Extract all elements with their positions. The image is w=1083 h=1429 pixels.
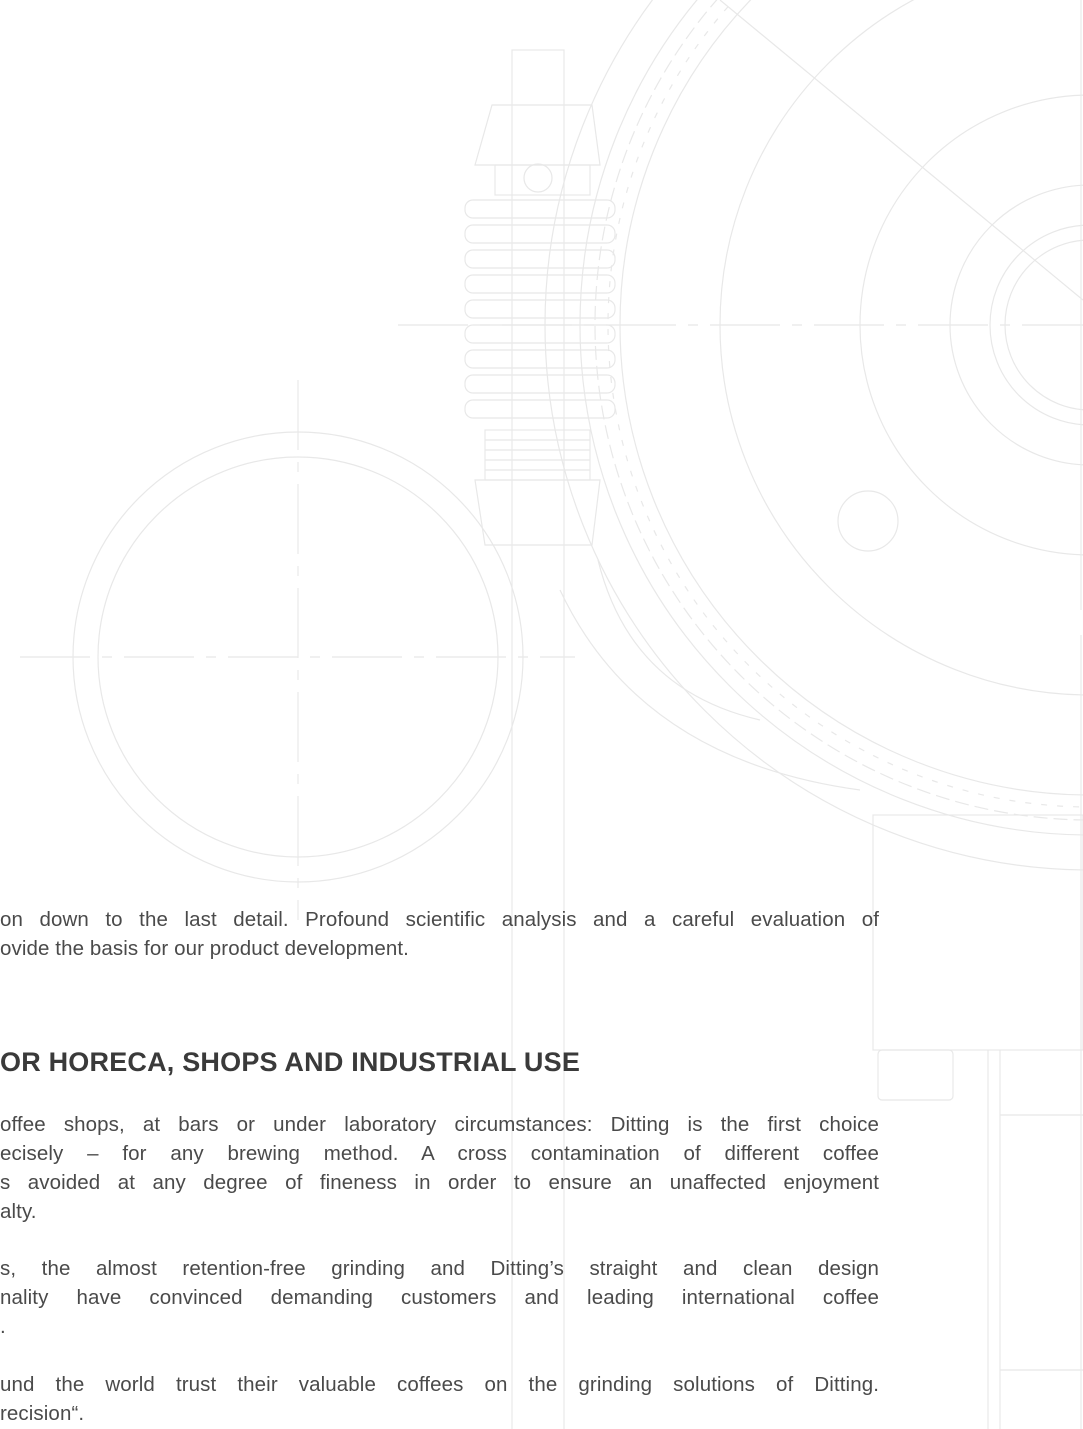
section-heading: OR HORECA, SHOPS AND INDUSTRIAL USE <box>0 1047 581 1077</box>
section-paragraph-3: und the world trust their valuable coffe… <box>0 1370 879 1428</box>
paragraph-line: s avoided at any degree of fineness in o… <box>0 1171 879 1194</box>
section-paragraph-2: s, the almost retention-free grinding an… <box>0 1254 879 1341</box>
paragraph-line: offee shops, at bars or under laboratory… <box>0 1113 879 1136</box>
intro-line-2: ovide the basis for our product developm… <box>0 937 409 960</box>
intro-paragraph: on down to the last detail. Profound sci… <box>0 905 879 963</box>
page-content: on down to the last detail. Profound sci… <box>0 0 1083 1429</box>
paragraph-line: nality have convinced demanding customer… <box>0 1286 879 1309</box>
paragraph-line: alty. <box>0 1200 37 1223</box>
paragraph-line: recision“. <box>0 1402 85 1425</box>
section-paragraph-1: offee shops, at bars or under laboratory… <box>0 1110 879 1226</box>
intro-line-1: on down to the last detail. Profound sci… <box>0 908 879 931</box>
paragraph-line: ecisely – for any brewing method. A cros… <box>0 1142 879 1165</box>
paragraph-line: s, the almost retention-free grinding an… <box>0 1257 879 1280</box>
paragraph-line: und the world trust their valuable coffe… <box>0 1373 879 1396</box>
paragraph-line: . <box>0 1315 6 1338</box>
